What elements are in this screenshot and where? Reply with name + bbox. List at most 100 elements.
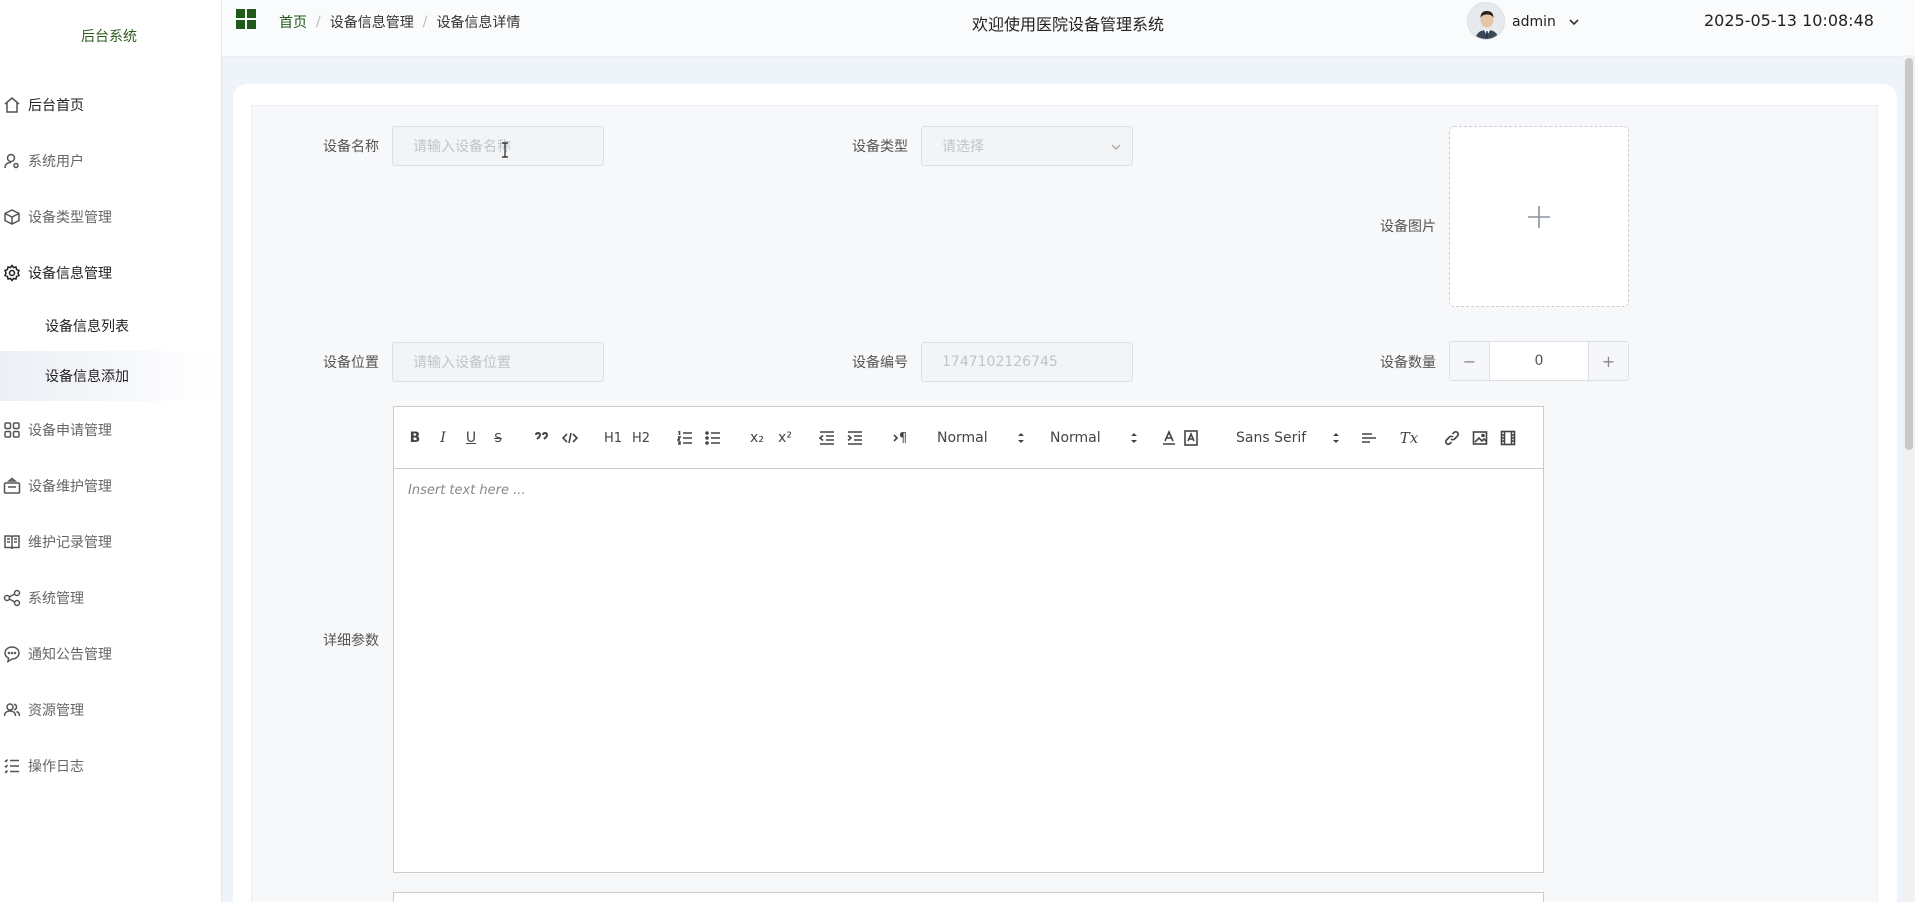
blockquote-icon[interactable]	[534, 427, 550, 449]
align-icon[interactable]	[1361, 427, 1377, 449]
list-icon	[2, 756, 22, 776]
code-block-icon[interactable]	[562, 427, 578, 449]
text-direction-glyph: ¶	[898, 430, 908, 446]
header-format-select[interactable]: Normal	[937, 427, 1025, 449]
sidebar-item-label: 设备类型管理	[28, 210, 112, 226]
quantity-stepper: − 0 +	[1449, 341, 1629, 381]
bullet-list-icon[interactable]	[705, 427, 721, 449]
outdent-icon[interactable]	[819, 427, 835, 449]
heading2-button[interactable]: H2	[632, 427, 650, 449]
quantity-decrease-button[interactable]: −	[1450, 342, 1490, 380]
sidebar-item-label: 通知公告管理	[28, 647, 112, 663]
welcome-title: 欢迎使用医院设备管理系统	[972, 15, 1165, 34]
superscript-button[interactable]: x²	[776, 427, 794, 449]
chat-icon	[2, 644, 22, 664]
next-field-box[interactable]	[393, 892, 1544, 902]
sidebar-subitem-device-list[interactable]: 设备信息列表	[0, 301, 218, 351]
username[interactable]: admin	[1512, 14, 1556, 30]
editor-toolbar: B I U S H1 H2 x₂ x² ¶ Normal Normal Sans…	[393, 406, 1544, 469]
image-icon[interactable]	[1472, 427, 1488, 449]
gear-icon	[2, 263, 22, 283]
sidebar-item-label: 设备维护管理	[28, 479, 112, 495]
sidebar-item-device-info[interactable]: 设备信息管理	[0, 253, 218, 293]
briefcase-icon	[2, 476, 22, 496]
sidebar-item-label: 后台首页	[28, 98, 84, 114]
scrollbar-thumb[interactable]	[1905, 58, 1913, 450]
text-cursor-icon	[502, 142, 508, 158]
indent-icon[interactable]	[847, 427, 863, 449]
sidebar-item-label: 系统管理	[28, 591, 84, 607]
sidebar-item-resources[interactable]: 资源管理	[0, 690, 218, 730]
sidebar-item-notices[interactable]: 通知公告管理	[0, 634, 218, 674]
sidebar-item-label: 资源管理	[28, 703, 84, 719]
detail-params-label: 详细参数	[323, 633, 379, 649]
quantity-increase-button[interactable]: +	[1588, 342, 1628, 380]
quantity-value[interactable]: 0	[1490, 342, 1588, 380]
device-code-input: 1747102126745	[921, 342, 1133, 382]
home-icon	[2, 95, 22, 115]
link-icon[interactable]	[1444, 427, 1460, 449]
sidebar-item-system-admin[interactable]: 系统管理	[0, 578, 218, 618]
avatar[interactable]	[1467, 2, 1505, 40]
sidebar-item-label: 操作日志	[28, 759, 84, 775]
sidebar-item-device-maintenance[interactable]: 设备维护管理	[0, 466, 218, 506]
image-upload-box[interactable]	[1449, 126, 1629, 307]
breadcrumb-section[interactable]: 设备信息管理	[330, 12, 414, 32]
font-size-value: Normal	[1050, 430, 1101, 446]
device-type-placeholder: 请选择	[942, 139, 984, 155]
sidebar-item-operation-logs[interactable]: 操作日志	[0, 746, 218, 786]
breadcrumb-separator: /	[316, 14, 321, 30]
sidebar-item-maintenance-records[interactable]: 维护记录管理	[0, 522, 218, 562]
chevron-down-icon[interactable]	[1567, 15, 1581, 29]
subscript-button[interactable]: x₂	[748, 427, 766, 449]
brand-title: 后台系统	[81, 29, 137, 45]
sidebar-item-label: 维护记录管理	[28, 535, 112, 551]
sidebar-item-system-users[interactable]: 系统用户	[0, 141, 218, 181]
device-type-select[interactable]: 请选择	[921, 126, 1133, 166]
heading1-label: H1	[603, 430, 623, 446]
background-color-icon[interactable]	[1183, 427, 1199, 449]
text-color-icon[interactable]	[1161, 427, 1177, 449]
breadcrumb: 首页 / 设备信息管理 / 设备信息详情	[279, 12, 520, 32]
strike-button[interactable]: S	[491, 427, 505, 449]
clear-format-button[interactable]: Tx	[1400, 427, 1418, 449]
heading1-button[interactable]: H1	[604, 427, 622, 449]
select-arrows-icon	[1131, 433, 1137, 443]
italic-button[interactable]: I	[436, 427, 450, 449]
sidebar-item-dashboard[interactable]: 后台首页	[0, 85, 218, 125]
text-direction-button[interactable]: ¶	[891, 427, 909, 449]
sidebar-item-label: 设备信息管理	[28, 266, 112, 282]
device-code-value: 1747102126745	[942, 354, 1058, 370]
sidebar-item-device-types[interactable]: 设备类型管理	[0, 197, 218, 237]
font-family-select[interactable]: Sans Serif	[1236, 427, 1340, 449]
device-image-label: 设备图片	[1380, 219, 1436, 235]
rich-text-editor[interactable]: Insert text here ...	[393, 468, 1544, 873]
breadcrumb-separator: /	[422, 14, 428, 30]
editor-placeholder: Insert text here ...	[408, 483, 526, 498]
users-icon	[2, 700, 22, 720]
grid-icon	[2, 420, 22, 440]
sidebar-subitem-device-add[interactable]: 设备信息添加	[0, 351, 218, 401]
select-arrows-icon	[1333, 433, 1339, 443]
heading2-label: H2	[631, 430, 651, 446]
font-size-select[interactable]: Normal	[1050, 427, 1138, 449]
device-name-label: 设备名称	[323, 139, 379, 155]
sidebar-item-label: 系统用户	[28, 154, 84, 170]
header-format-value: Normal	[937, 430, 988, 446]
device-name-input[interactable]: 请输入设备名称	[392, 126, 604, 166]
device-name-placeholder: 请输入设备名称	[413, 139, 511, 155]
device-location-placeholder: 请输入设备位置	[413, 355, 511, 371]
share-icon	[2, 588, 22, 608]
device-location-input[interactable]: 请输入设备位置	[392, 342, 604, 382]
underline-button[interactable]: U	[464, 427, 478, 449]
font-family-value: Sans Serif	[1236, 430, 1307, 446]
video-icon[interactable]	[1500, 427, 1516, 449]
clear-format-glyph: Tx	[1399, 429, 1419, 447]
ordered-list-icon[interactable]	[677, 427, 693, 449]
sidebar-item-device-applications[interactable]: 设备申请管理	[0, 410, 218, 450]
datetime: 2025-05-13 10:08:48	[1704, 11, 1874, 30]
bold-button[interactable]: B	[408, 427, 422, 449]
breadcrumb-home[interactable]: 首页	[279, 12, 307, 32]
menu-toggle-icon[interactable]	[236, 9, 256, 29]
chevron-down-icon	[1111, 144, 1121, 150]
